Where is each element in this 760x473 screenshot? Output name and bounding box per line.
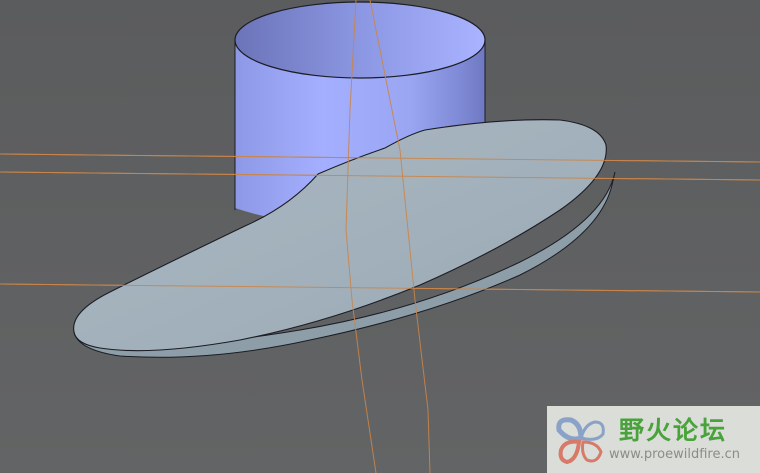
forum-url[interactable]: www.proewildfire.cn (609, 447, 740, 462)
model-viewport[interactable]: 野火论坛 www.proewildfire.cn (0, 0, 760, 473)
forum-watermark: 野火论坛 www.proewildfire.cn (547, 406, 760, 473)
butterfly-logo-icon (556, 417, 605, 465)
model-scene (0, 0, 760, 473)
forum-title: 野火论坛 (619, 416, 728, 445)
